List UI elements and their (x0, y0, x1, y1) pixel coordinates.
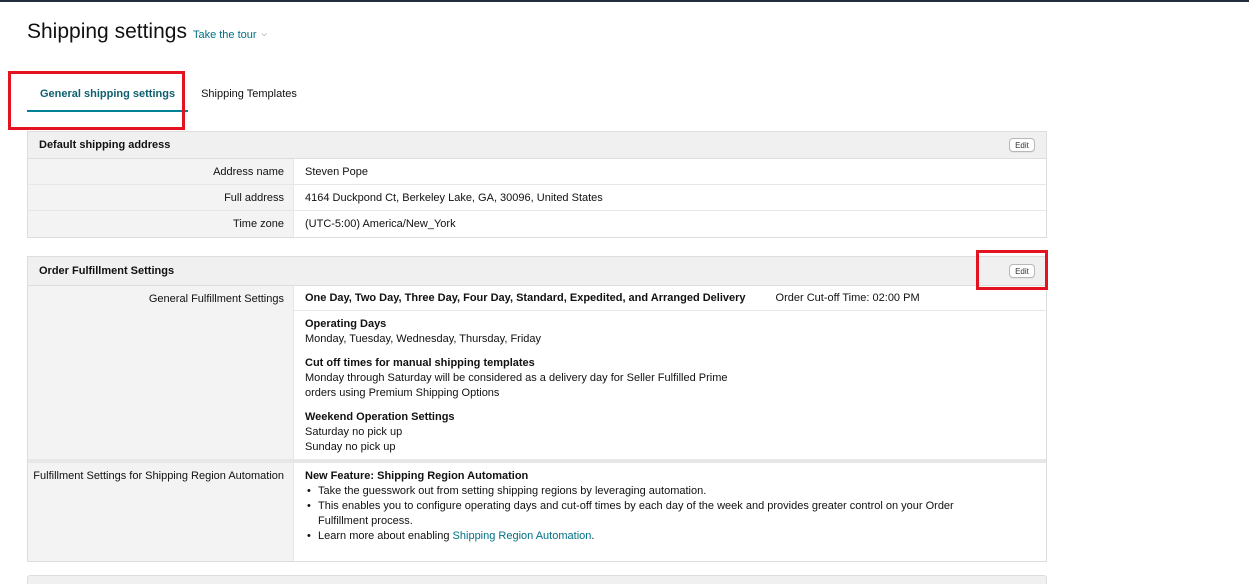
take-the-tour-link[interactable]: Take the tour ⌵ (193, 29, 267, 41)
block-title: Operating Days (305, 318, 387, 330)
section-title: Default shipping address (39, 139, 171, 151)
list-item: Learn more about enabling Shipping Regio… (305, 529, 1005, 544)
weekend-operation-block: Weekend Operation Settings Saturday no p… (305, 410, 1046, 455)
block-line: orders using Premium Shipping Options (305, 387, 500, 399)
row-value: Steven Pope (305, 165, 368, 178)
row-value: (UTC-5:00) America/New_York (305, 218, 456, 230)
row-value: 4164 Duckpond Ct, Berkeley Lake, GA, 300… (305, 191, 603, 204)
row-value: New Feature: Shipping Region Automation … (294, 463, 1046, 561)
region-automation-row: Fulfillment Settings for Shipping Region… (28, 460, 1046, 561)
row-label: Address name (28, 159, 294, 184)
default-shipping-address-section: Default shipping address Edit Address na… (27, 131, 1047, 238)
block-line: Monday through Saturday will be consider… (305, 372, 728, 384)
tab-shipping-templates[interactable]: Shipping Templates (188, 84, 310, 112)
row-label: Fulfillment Settings for Shipping Region… (28, 463, 294, 561)
general-fulfillment-row: General Fulfillment Settings One Day, Tw… (28, 286, 1046, 460)
page-header: Shipping settings Take the tour ⌵ (27, 20, 267, 44)
next-section-header (27, 575, 1047, 584)
highlight-box-edit (976, 250, 1048, 290)
operating-days-block: Operating Days Monday, Tuesday, Wednesda… (305, 317, 1046, 347)
section-title: Order Fulfillment Settings (39, 265, 175, 277)
order-fulfillment-section: Order Fulfillment Settings Edit General … (27, 256, 1047, 562)
address-name-row: Address name Steven Pope (28, 159, 1046, 185)
cutoff-times-block: Cut off times for manual shipping templa… (305, 356, 1046, 401)
block-title: Weekend Operation Settings (305, 411, 455, 423)
learn-more-suffix: . (591, 530, 595, 542)
order-cutoff-time: Order Cut-off Time: 02:00 PM (775, 292, 920, 304)
edit-address-button[interactable]: Edit (1009, 138, 1035, 152)
list-item: Take the guesswork out from setting ship… (305, 484, 1005, 499)
fulfillment-speeds-line: One Day, Two Day, Three Day, Four Day, S… (294, 286, 1046, 311)
row-label: General Fulfillment Settings (28, 286, 294, 459)
chevron-down-icon: ⌵ (261, 31, 267, 38)
page-title: Shipping settings (27, 20, 187, 43)
feature-bullets: Take the guesswork out from setting ship… (305, 484, 1046, 544)
top-bar (0, 0, 1249, 2)
time-zone-row: Time zone (UTC-5:00) America/New_York (28, 211, 1046, 237)
row-value: One Day, Two Day, Three Day, Four Day, S… (294, 286, 1046, 459)
block-title: Cut off times for manual shipping templa… (305, 357, 535, 369)
shipping-region-automation-link[interactable]: Shipping Region Automation (453, 530, 592, 542)
section-header: Default shipping address Edit (28, 132, 1046, 159)
block-line: Saturday no pick up (305, 426, 403, 438)
block-line: Sunday no pick up (305, 441, 396, 453)
highlight-box-tab (8, 71, 185, 130)
full-address-row: Full address 4164 Duckpond Ct, Berkeley … (28, 185, 1046, 211)
fulfillment-details: Operating Days Monday, Tuesday, Wednesda… (294, 311, 1046, 455)
block-line: Monday, Tuesday, Wednesday, Thursday, Fr… (305, 333, 542, 345)
row-label: Time zone (28, 211, 294, 237)
take-the-tour-label: Take the tour (192, 29, 257, 41)
learn-more-text: Learn more about enabling (318, 530, 453, 542)
section-header: Order Fulfillment Settings Edit (28, 257, 1046, 286)
shipping-speeds: One Day, Two Day, Three Day, Four Day, S… (305, 292, 746, 304)
list-item: This enables you to configure operating … (305, 499, 1005, 529)
row-label: Full address (28, 185, 294, 210)
feature-title: New Feature: Shipping Region Automation (305, 470, 529, 482)
